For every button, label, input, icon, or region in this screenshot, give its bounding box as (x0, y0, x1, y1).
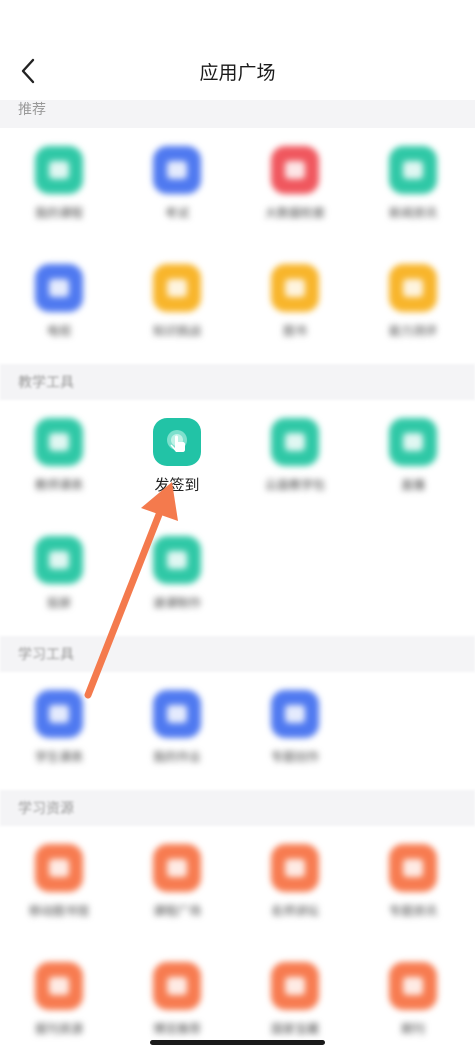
app-item[interactable]: 期刊 (354, 944, 472, 1062)
app-label: 专题资讯 (388, 904, 437, 918)
app-label: 电视 (46, 324, 71, 338)
app-label: 我的课程 (34, 206, 83, 220)
recommended-grid: 我的课程 考试 大数据检索 新闻资讯 电视 知识挑战 图书 能力测评 (0, 128, 475, 364)
app-item[interactable]: 知识挑战 (118, 246, 236, 364)
app-item[interactable]: 新闻资讯 (354, 128, 472, 246)
learning-resources-grid: 移动图书馆 课程广场 名师讲坛 专题资讯 报刊资源 博览推荐 国家宝藏 期刊 (0, 826, 475, 1062)
learning-tools-grid: 学生课表 我的作业 专题创作 (0, 672, 475, 790)
app-label: 我的作业 (152, 750, 201, 764)
teaching-tools-grid: 教师课表 发签到 云盘教学包 直播 投屏 速课制作 (0, 400, 475, 636)
app-item[interactable]: 报刊资源 (0, 944, 118, 1062)
app-label: 名师讲坛 (270, 904, 319, 918)
tv-icon (35, 264, 83, 312)
recommend-icon (153, 962, 201, 1010)
app-item[interactable]: 课程广场 (118, 826, 236, 944)
app-label: 国家宝藏 (270, 1022, 319, 1036)
app-header: 应用广场 (0, 0, 475, 100)
section-label-teaching-tools: 教学工具 (0, 364, 475, 400)
schedule-icon (35, 418, 83, 466)
tap-sign-in-icon (153, 418, 201, 466)
app-item[interactable]: 大数据检索 (236, 128, 354, 246)
app-item[interactable]: 教师课表 (0, 400, 118, 518)
app-item[interactable]: 专题创作 (236, 672, 354, 790)
app-label: 教师课表 (34, 478, 83, 492)
app-item[interactable]: 专题资讯 (354, 826, 472, 944)
exam-icon (153, 146, 201, 194)
app-item[interactable]: 考试 (118, 128, 236, 246)
app-item[interactable]: 云盘教学包 (236, 400, 354, 518)
app-label: 移动图书馆 (28, 904, 89, 918)
newspaper-icon (35, 962, 83, 1010)
library-icon (35, 844, 83, 892)
homework-icon (153, 690, 201, 738)
app-label: 课程广场 (152, 904, 201, 918)
course-icon (35, 146, 83, 194)
app-item[interactable]: 直播 (354, 400, 472, 518)
app-item[interactable]: 电视 (0, 246, 118, 364)
topic-icon (271, 690, 319, 738)
treasure-icon (271, 962, 319, 1010)
app-label: 能力测评 (388, 324, 437, 338)
app-label: 考试 (164, 206, 189, 220)
sign-in-label: 发签到 (154, 476, 200, 494)
live-icon (389, 418, 437, 466)
news-icon (389, 146, 437, 194)
lecture-icon (271, 844, 319, 892)
app-label: 直播 (400, 478, 425, 492)
topic-news-icon (389, 844, 437, 892)
app-item[interactable]: 图书 (236, 246, 354, 364)
app-item[interactable]: 名师讲坛 (236, 826, 354, 944)
app-label: 速课制作 (152, 596, 201, 610)
app-label: 报刊资源 (34, 1022, 83, 1036)
app-item[interactable]: 投屏 (0, 518, 118, 636)
app-label: 图书 (282, 324, 307, 338)
student-schedule-icon (35, 690, 83, 738)
app-label: 博览推荐 (152, 1022, 201, 1036)
course-plaza-icon (153, 844, 201, 892)
app-item[interactable]: 能力测评 (354, 246, 472, 364)
app-item[interactable]: 移动图书馆 (0, 826, 118, 944)
home-indicator[interactable] (150, 1040, 325, 1045)
app-item[interactable]: 速课制作 (118, 518, 236, 636)
app-item[interactable]: 学生课表 (0, 672, 118, 790)
challenge-icon (153, 264, 201, 312)
section-label-learning-tools: 学习工具 (0, 636, 475, 672)
section-label-recommended: 推荐 (0, 100, 475, 128)
app-label: 学生课表 (34, 750, 83, 764)
cloud-package-icon (271, 418, 319, 466)
app-label: 云盘教学包 (264, 478, 325, 492)
app-label: 大数据检索 (264, 206, 325, 220)
app-plaza-content: 推荐 我的课程 考试 大数据检索 新闻资讯 电视 知识挑战 图书 能力测评 教学… (0, 100, 475, 1062)
app-label: 期刊 (400, 1022, 425, 1036)
app-item[interactable]: 我的课程 (0, 128, 118, 246)
journal-icon (389, 962, 437, 1010)
search-data-icon (271, 146, 319, 194)
app-label: 知识挑战 (152, 324, 201, 338)
quick-course-icon (153, 536, 201, 584)
sign-in-app[interactable]: 发签到 (118, 400, 236, 518)
assessment-icon (389, 264, 437, 312)
screen-cast-icon (35, 536, 83, 584)
app-label: 投屏 (46, 596, 71, 610)
section-label-learning-resources: 学习资源 (0, 790, 475, 826)
app-item[interactable]: 我的作业 (118, 672, 236, 790)
app-label: 专题创作 (270, 750, 319, 764)
page-title: 应用广场 (199, 62, 276, 84)
app-label: 新闻资讯 (388, 206, 437, 220)
book-icon (271, 264, 319, 312)
